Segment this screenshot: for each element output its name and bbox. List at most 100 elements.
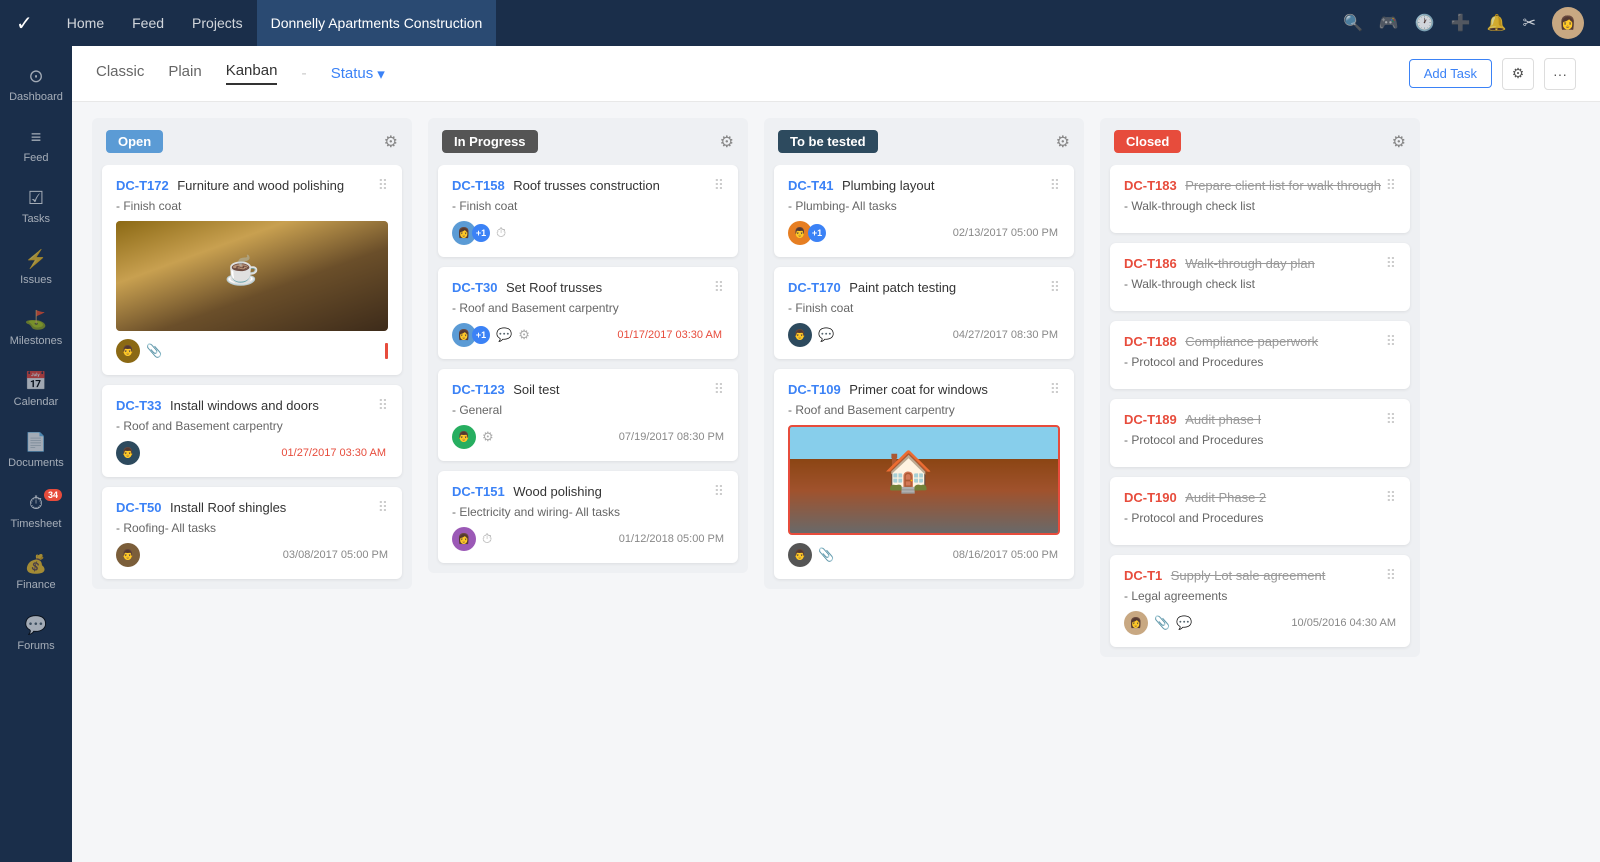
bell-icon[interactable]: 🔔	[1487, 13, 1507, 33]
card-header-dc-t183: DC-T183 Prepare client list for walk thr…	[1124, 177, 1396, 195]
card-subtitle-dc-t186: - Walk-through check list	[1124, 277, 1396, 291]
sidebar-item-timesheet[interactable]: ⏱ 34 Timesheet	[0, 483, 72, 540]
add-icon[interactable]: ➕	[1451, 13, 1471, 33]
column-settings-closed[interactable]: ⚙	[1392, 132, 1406, 152]
card-id-dc-t190[interactable]: DC-T190	[1124, 490, 1177, 505]
nav-feed[interactable]: Feed	[118, 0, 178, 46]
tab-kanban[interactable]: Kanban	[226, 62, 278, 85]
user-avatar[interactable]: 👩	[1552, 7, 1584, 39]
card-id-dc-t33[interactable]: DC-T33	[116, 398, 162, 413]
column-settings-open[interactable]: ⚙	[384, 132, 398, 152]
sidebar-item-forums[interactable]: 💬 Forums	[0, 605, 72, 662]
card-header-dc-t1: DC-T1 Supply Lot sale agreement ⠿	[1124, 567, 1396, 585]
card-footer-dc-t50: 👨 03/08/2017 05:00 PM	[116, 543, 388, 567]
calendar-icon: 📅	[25, 371, 47, 392]
drag-handle[interactable]: ⠿	[1386, 333, 1396, 350]
drag-handle[interactable]: ⠿	[1386, 255, 1396, 272]
sidebar-label-documents: Documents	[8, 457, 64, 469]
top-nav: ✓ Home Feed Projects Donnelly Apartments…	[0, 0, 1600, 46]
sidebar-item-tasks[interactable]: ☑ Tasks	[0, 178, 72, 235]
card-id-dc-t158[interactable]: DC-T158	[452, 178, 505, 193]
comment-icon[interactable]: 💬	[1176, 615, 1192, 631]
card-title-dc-t172: Furniture and wood polishing	[177, 178, 344, 193]
card-id-dc-t151[interactable]: DC-T151	[452, 484, 505, 499]
sidebar-item-finance[interactable]: 💰 Finance	[0, 544, 72, 601]
nav-home[interactable]: Home	[53, 0, 118, 46]
filter-icon-btn[interactable]: ⚙	[1502, 58, 1534, 90]
card-title-dc-t183: Prepare client list for walk through	[1185, 178, 1381, 193]
card-id-dc-t170[interactable]: DC-T170	[788, 280, 841, 295]
nav-active-project[interactable]: Donnelly Apartments Construction	[257, 0, 497, 46]
card-title-dc-t189: Audit phase I	[1185, 412, 1261, 427]
avatar: 👨	[788, 323, 812, 347]
drag-handle[interactable]: ⠿	[714, 483, 724, 500]
drag-handle[interactable]: ⠿	[1050, 177, 1060, 194]
sidebar-item-dashboard[interactable]: ⊙ Dashboard	[0, 56, 72, 113]
card-id-dc-t189[interactable]: DC-T189	[1124, 412, 1177, 427]
add-task-button[interactable]: Add Task	[1409, 59, 1492, 88]
timer-icon[interactable]: ⏱	[496, 225, 506, 241]
card-id-dc-t183[interactable]: DC-T183	[1124, 178, 1177, 193]
card-id-dc-t30[interactable]: DC-T30	[452, 280, 498, 295]
timesheet-icon: ⏱	[29, 493, 43, 514]
avatar: 👨	[788, 543, 812, 567]
comment-icon[interactable]: 💬	[496, 327, 512, 343]
sidebar-item-documents[interactable]: 📄 Documents	[0, 422, 72, 479]
search-icon[interactable]: 🔍	[1343, 13, 1363, 33]
attachment-icon[interactable]: 📎	[146, 343, 162, 359]
card-subtitle-dc-t123: - General	[452, 403, 724, 417]
drag-handle[interactable]: ⠿	[378, 177, 388, 194]
card-title-dc-t1: Supply Lot sale agreement	[1171, 568, 1326, 583]
gear-icon[interactable]: ⚙	[518, 327, 530, 343]
drag-handle[interactable]: ⠿	[1386, 411, 1396, 428]
footer-right: 07/19/2017 08:30 PM	[619, 431, 724, 443]
drag-handle[interactable]: ⠿	[1386, 489, 1396, 506]
attachment-icon[interactable]: 📎	[1154, 615, 1170, 631]
card-id-dc-t109[interactable]: DC-T109	[788, 382, 841, 397]
drag-handle[interactable]: ⠿	[378, 397, 388, 414]
footer-left: 👨 ⚙	[452, 425, 494, 449]
card-id-dc-t41[interactable]: DC-T41	[788, 178, 834, 193]
card-footer-dc-t30: 👩 +1 💬 ⚙ 01/17/2017 03:30 AM	[452, 323, 724, 347]
drag-handle[interactable]: ⠿	[714, 177, 724, 194]
drag-handle[interactable]: ⠿	[1050, 381, 1060, 398]
tab-classic[interactable]: Classic	[96, 63, 144, 84]
card-id-dc-t172[interactable]: DC-T172	[116, 178, 169, 193]
drag-handle[interactable]: ⠿	[714, 381, 724, 398]
drag-handle[interactable]: ⠿	[1050, 279, 1060, 296]
sidebar-item-feed[interactable]: ≡ Feed	[0, 117, 72, 174]
card-id-dc-t1[interactable]: DC-T1	[1124, 568, 1162, 583]
nav-projects[interactable]: Projects	[178, 0, 257, 46]
status-filter-btn[interactable]: Status ▾	[331, 65, 385, 83]
tab-plain[interactable]: Plain	[168, 63, 201, 84]
sidebar-item-issues[interactable]: ⚡ Issues	[0, 239, 72, 296]
gamepad-icon[interactable]: 🎮	[1379, 13, 1399, 33]
sidebar-item-milestones[interactable]: ⛳ Milestones	[0, 300, 72, 357]
card-dc-t33: DC-T33 Install windows and doors ⠿ - Roo…	[102, 385, 402, 477]
scissors-icon[interactable]: ✂	[1523, 13, 1536, 33]
card-title-dc-t151: Wood polishing	[513, 484, 602, 499]
red-indicator	[385, 343, 388, 359]
timer-icon[interactable]: ⏱	[482, 531, 492, 547]
roof-image	[790, 427, 1058, 533]
sidebar-item-calendar[interactable]: 📅 Calendar	[0, 361, 72, 418]
card-id-dc-t123[interactable]: DC-T123	[452, 382, 505, 397]
more-options-btn[interactable]: ···	[1544, 58, 1576, 90]
logo-icon[interactable]: ✓	[16, 11, 33, 36]
date-text: 01/17/2017 03:30 AM	[617, 329, 722, 341]
drag-handle[interactable]: ⠿	[1386, 567, 1396, 584]
comment-icon[interactable]: 💬	[818, 327, 834, 343]
drag-handle[interactable]: ⠿	[1386, 177, 1396, 194]
column-settings-tested[interactable]: ⚙	[1056, 132, 1070, 152]
card-id-dc-t186[interactable]: DC-T186	[1124, 256, 1177, 271]
gear-icon[interactable]: ⚙	[482, 429, 494, 445]
card-id-dc-t50[interactable]: DC-T50	[116, 500, 162, 515]
drag-handle[interactable]: ⠿	[378, 499, 388, 516]
clock-icon[interactable]: 🕐	[1415, 13, 1435, 33]
drag-handle[interactable]: ⠿	[714, 279, 724, 296]
card-header-dc-t189: DC-T189 Audit phase I ⠿	[1124, 411, 1396, 429]
card-subtitle-dc-t172: - Finish coat	[116, 199, 388, 213]
attachment-icon[interactable]: 📎	[818, 547, 834, 563]
column-settings-inprogress[interactable]: ⚙	[720, 132, 734, 152]
card-id-dc-t188[interactable]: DC-T188	[1124, 334, 1177, 349]
